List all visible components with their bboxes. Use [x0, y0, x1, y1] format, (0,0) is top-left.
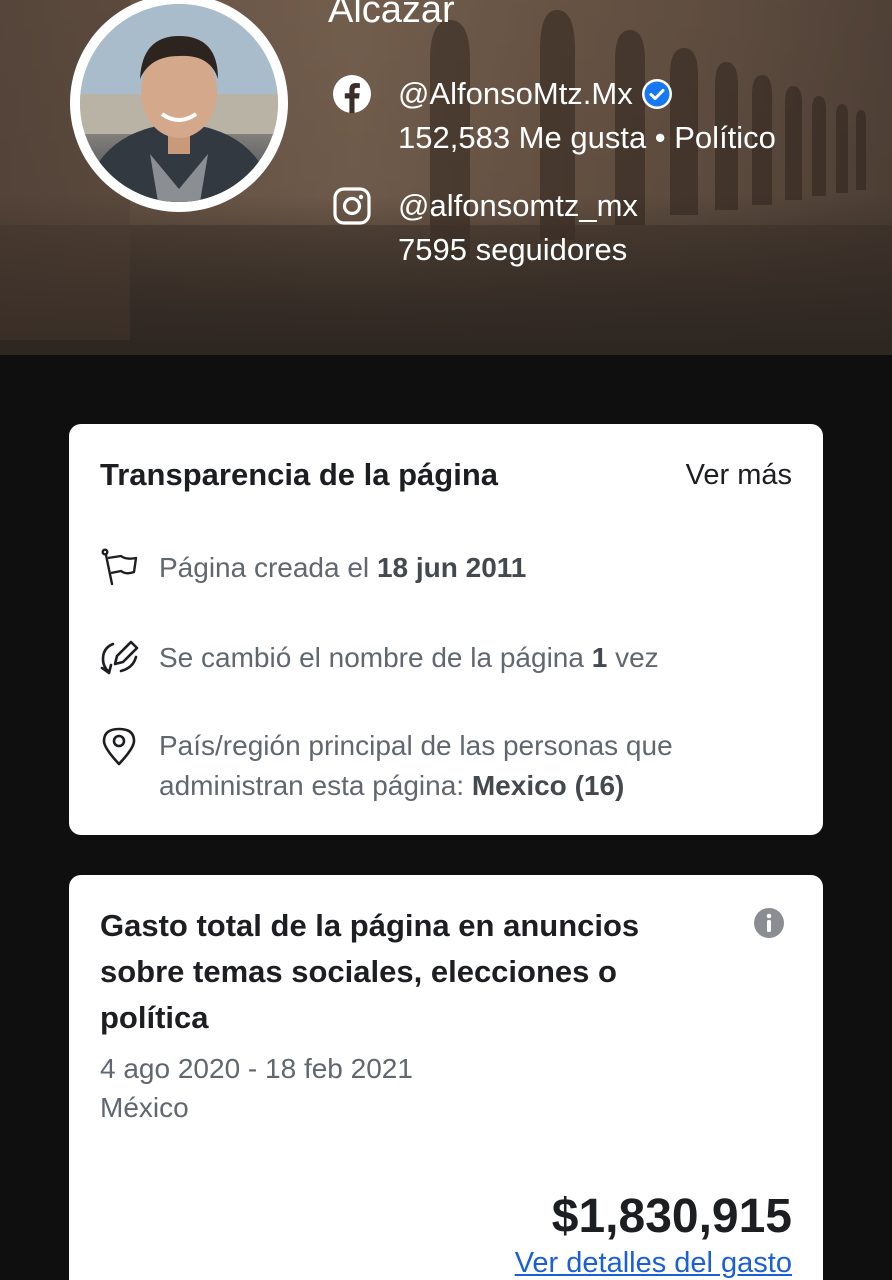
profile-picture[interactable]: [80, 4, 278, 202]
created-date: 18 jun 2011: [376, 552, 527, 583]
instagram-stats: 7595 seguidores: [398, 232, 628, 267]
transparency-title: Transparencia de la página: [100, 457, 498, 492]
name-change-row: Se cambió el nombre de la página 1 vez: [99, 638, 759, 678]
verified-badge-icon: [641, 79, 672, 109]
page-name: Alcázar: [328, 0, 455, 31]
total-spend-amount: $1,830,915: [551, 1190, 792, 1243]
instagram-handle[interactable]: @alfonsomtz_mx: [398, 184, 638, 228]
info-icon[interactable]: [753, 907, 785, 939]
admin-region-value: Mexico (16): [471, 770, 625, 801]
transparency-card: Transparencia de la página Ver más Págin…: [69, 424, 823, 835]
page-created-row: Página creada el 18 jun 2011: [99, 548, 759, 588]
edit-icon: [100, 640, 139, 675]
see-more-link[interactable]: Ver más: [686, 456, 792, 494]
facebook-row[interactable]: @AlfonsoMtz.Mx 152,583 Me gusta • Políti…: [332, 72, 776, 160]
facebook-stats: 152,583 Me gusta • Político: [398, 120, 776, 155]
spend-details-link[interactable]: Ver detalles del gasto: [515, 1243, 792, 1280]
date-range: 4 ago 2020 - 18 feb 2021: [100, 1053, 413, 1084]
spend-country: México: [100, 1092, 189, 1123]
name-change-count: 1: [591, 642, 608, 673]
ad-spend-card: Gasto total de la página en anuncios sob…: [69, 875, 823, 1280]
admin-region-row: País/región principal de las personas qu…: [99, 726, 759, 806]
facebook-icon: [333, 75, 371, 113]
instagram-row[interactable]: @alfonsomtz_mx 7595 seguidores: [332, 184, 638, 272]
created-label: Página creada el: [159, 552, 370, 583]
location-pin-icon: [102, 727, 136, 766]
ad-spend-title: Gasto total de la página en anuncios sob…: [100, 908, 640, 1035]
profile-person-illustration: [80, 4, 278, 202]
name-change-suffix: vez: [615, 642, 659, 673]
instagram-icon: [333, 187, 371, 225]
flag-icon: [101, 548, 138, 586]
facebook-handle[interactable]: @AlfonsoMtz.Mx: [398, 72, 633, 116]
page: Alcázar @AlfonsoMtz.Mx 152,583 Me gusta …: [0, 0, 892, 1280]
name-change-label: Se cambió el nombre de la página: [159, 642, 584, 673]
